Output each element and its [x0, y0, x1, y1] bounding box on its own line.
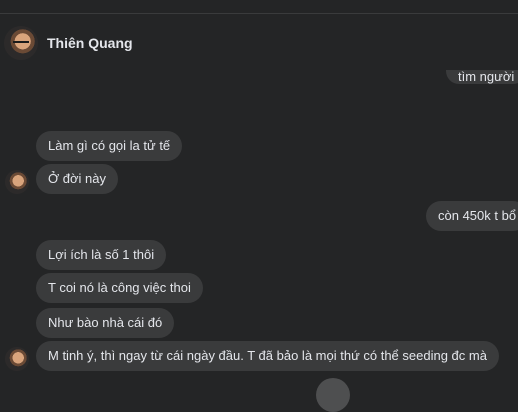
- message-list[interactable]: tìm người Làm gì có gọi la tử tế Ở đời n…: [0, 70, 518, 387]
- contact-avatar[interactable]: [4, 26, 38, 60]
- message-bubble-incoming[interactable]: Ở đời này: [36, 164, 118, 194]
- message-bubble-incoming[interactable]: T coi nó là công việc thoi: [36, 273, 203, 303]
- contact-avatar-small[interactable]: [5, 347, 29, 371]
- chat-header: Thiên Quang: [0, 14, 518, 70]
- scroll-to-bottom-button[interactable]: [316, 378, 350, 412]
- message-bubble-incoming[interactable]: M tinh ý, thì ngay từ cái ngày đầu. T đã…: [36, 341, 499, 371]
- message-bubble-incoming[interactable]: Lợi ích là số 1 thôi: [36, 240, 167, 270]
- message-bubble-incoming[interactable]: Làm gì có gọi la tử tế: [36, 131, 183, 161]
- contact-name[interactable]: Thiên Quang: [47, 35, 133, 51]
- message-bubble-outgoing[interactable]: tìm người: [446, 70, 518, 84]
- message-bubble-incoming[interactable]: Như bào nhà cái đó: [36, 308, 175, 338]
- message-bubble-outgoing[interactable]: còn 450k t bổ: [426, 201, 518, 231]
- contact-avatar-small[interactable]: [5, 170, 29, 194]
- avatar-glasses: [13, 41, 29, 47]
